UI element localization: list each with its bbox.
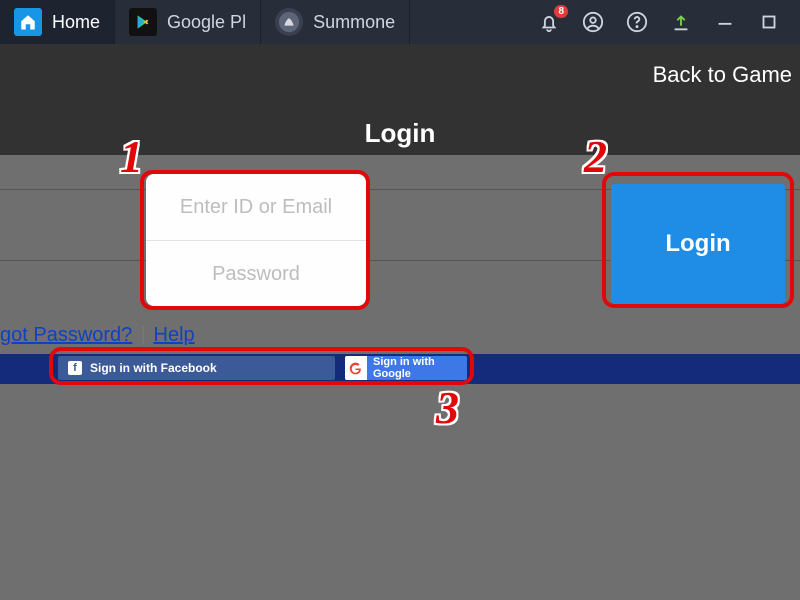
help-link[interactable]: Help — [154, 324, 195, 347]
tab-google-play-label: Google Pl — [167, 12, 246, 33]
tab-summoners[interactable]: Summone — [261, 0, 410, 44]
back-to-game-link[interactable]: Back to Game — [653, 62, 792, 88]
login-button-label: Login — [665, 230, 730, 258]
help-icon[interactable] — [626, 11, 648, 33]
google-label: Sign in with Google — [373, 356, 467, 380]
help-row: got Password? | Help — [0, 320, 800, 350]
back-to-game-label: Back to Game — [653, 62, 792, 87]
google-play-icon — [129, 8, 157, 36]
account-icon[interactable] — [582, 11, 604, 33]
app-viewport: Back to Game Login Enter ID or Email Pas… — [0, 44, 800, 600]
tab-google-play[interactable]: Google Pl — [115, 0, 261, 44]
id-placeholder: Enter ID or Email — [180, 196, 332, 219]
password-placeholder: Password — [212, 263, 300, 286]
tab-home[interactable]: Home — [0, 0, 115, 44]
system-icons: 8 — [538, 11, 800, 33]
password-input[interactable]: Password — [146, 241, 366, 307]
bell-icon[interactable]: 8 — [538, 11, 560, 33]
maximize-icon[interactable] — [758, 11, 780, 33]
login-title: Login — [0, 118, 800, 149]
facebook-signin-button[interactable]: f Sign in with Facebook — [58, 356, 335, 380]
minimize-icon[interactable] — [714, 11, 736, 33]
separator: | — [140, 324, 145, 347]
google-icon — [345, 356, 367, 380]
facebook-label: Sign in with Facebook — [90, 361, 217, 375]
forgot-password-link[interactable]: got Password? — [0, 324, 132, 347]
upload-icon[interactable] — [670, 11, 692, 33]
notification-badge: 8 — [554, 5, 568, 18]
home-icon — [14, 8, 42, 36]
facebook-icon: f — [68, 361, 82, 375]
login-button[interactable]: Login — [611, 184, 785, 304]
tab-summoners-label: Summone — [313, 12, 395, 33]
summoners-icon — [275, 8, 303, 36]
login-card: Enter ID or Email Password — [146, 174, 366, 306]
tab-home-label: Home — [52, 12, 100, 33]
google-signin-button[interactable]: Sign in with Google — [345, 356, 467, 380]
titlebar: Home Google Pl Summone 8 — [0, 0, 800, 44]
id-input[interactable]: Enter ID or Email — [146, 174, 366, 240]
